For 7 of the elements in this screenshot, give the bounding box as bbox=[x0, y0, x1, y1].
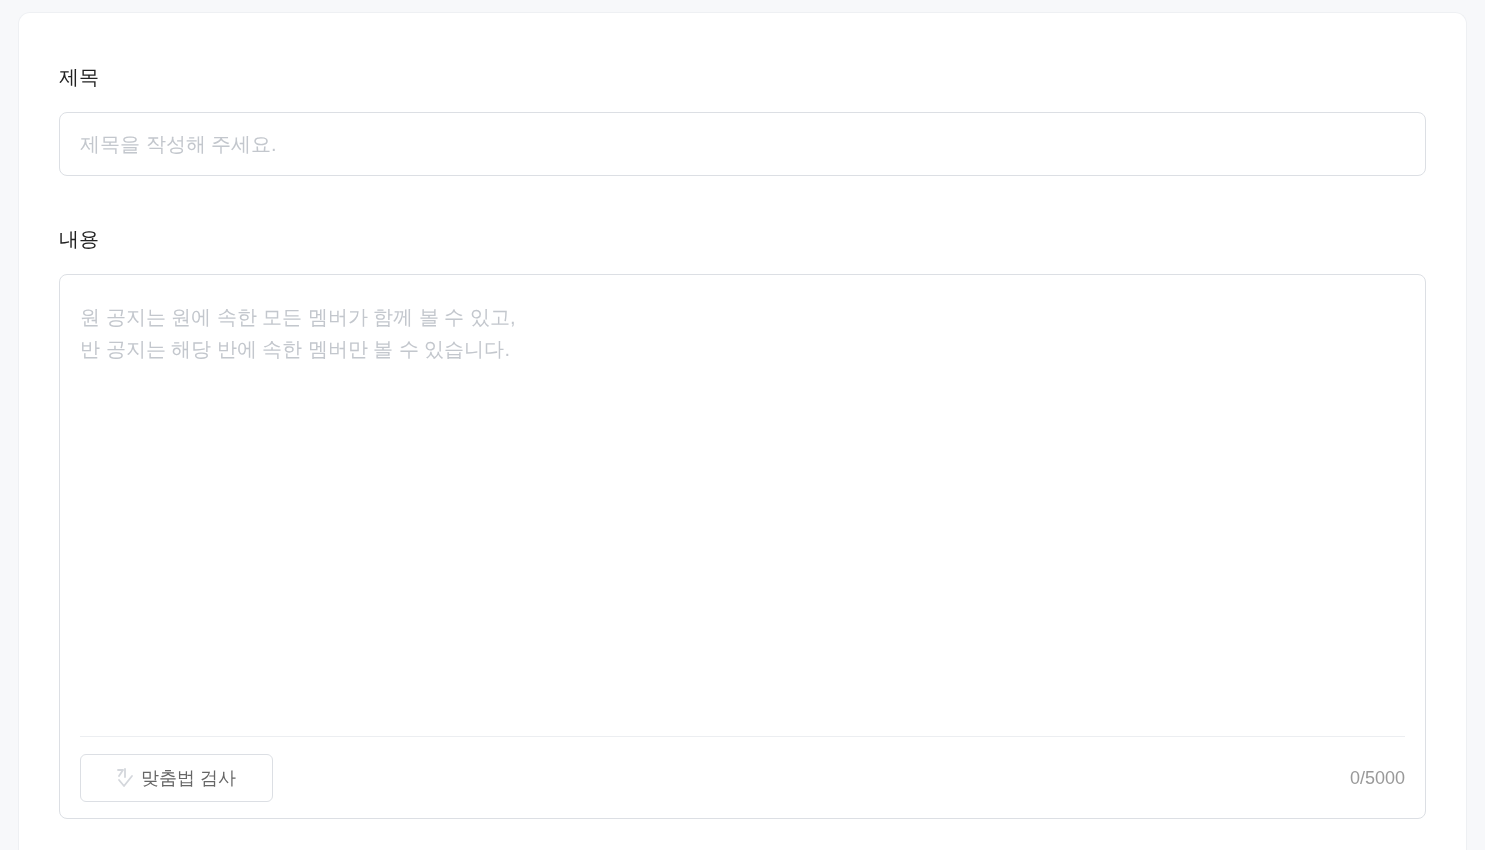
spellcheck-button[interactable]: 맞춤법 검사 bbox=[80, 754, 273, 802]
content-input-field[interactable]: 원 공지는 원에 속한 모든 멤버가 함께 볼 수 있고, 반 공지는 해당 반에 속한 멤버만 볼 수 있습니다. 맞춤법 검사 0/5000 bbox=[59, 274, 1426, 819]
title-input-field[interactable]: 제목을 작성해 주세요. bbox=[59, 112, 1426, 176]
field-label: 내용 bbox=[59, 227, 99, 252]
character-counter: 0/5000 bbox=[1349, 767, 1405, 789]
field-label: 제목 bbox=[59, 65, 99, 90]
check-icon bbox=[115, 767, 135, 789]
